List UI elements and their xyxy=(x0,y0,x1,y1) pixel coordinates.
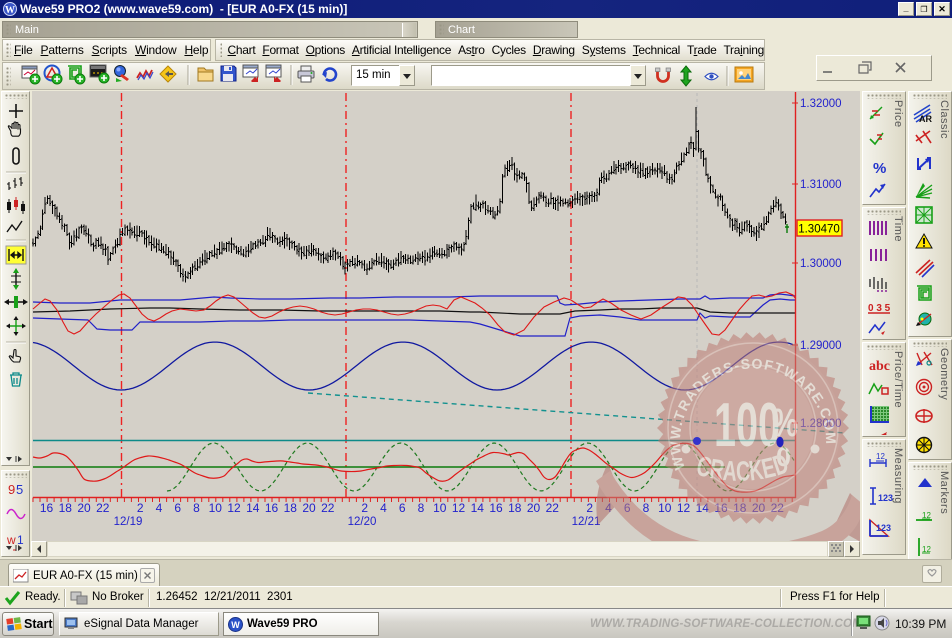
svg-text:123: 123 xyxy=(876,523,891,533)
svg-text:1.30000: 1.30000 xyxy=(800,258,842,270)
svg-text:W: W xyxy=(231,620,240,630)
svg-text:1.32000: 1.32000 xyxy=(800,98,842,110)
svg-text:12: 12 xyxy=(677,501,691,515)
svg-text:8: 8 xyxy=(193,501,200,515)
svg-text:12/20: 12/20 xyxy=(348,516,377,528)
svg-text:16: 16 xyxy=(265,501,279,515)
svg-text:6: 6 xyxy=(174,501,181,515)
svg-text:abc: abc xyxy=(869,359,890,374)
svg-text:10: 10 xyxy=(658,501,672,515)
svg-text:W: W xyxy=(5,5,15,16)
svg-text:12: 12 xyxy=(227,501,241,515)
svg-text:9: 9 xyxy=(8,482,15,497)
svg-text:22: 22 xyxy=(321,501,335,515)
svg-text:100: 100 xyxy=(714,391,780,460)
svg-text:2: 2 xyxy=(137,501,144,515)
svg-text:12/19: 12/19 xyxy=(114,516,143,528)
svg-text:22: 22 xyxy=(546,501,560,515)
svg-text:2: 2 xyxy=(586,501,593,515)
svg-text:5: 5 xyxy=(16,482,23,497)
svg-text:10: 10 xyxy=(209,501,223,515)
svg-text:12/21: 12/21 xyxy=(572,516,601,528)
svg-text:18: 18 xyxy=(284,501,298,515)
svg-text:12: 12 xyxy=(452,501,466,515)
svg-text:%: % xyxy=(873,160,886,177)
svg-text:6: 6 xyxy=(399,501,406,515)
svg-text:22: 22 xyxy=(96,501,110,515)
svg-text:%: % xyxy=(772,401,798,445)
svg-text:8: 8 xyxy=(418,501,425,515)
svg-text:16: 16 xyxy=(489,501,503,515)
svg-text:AR: AR xyxy=(919,114,932,124)
svg-text:18: 18 xyxy=(508,501,522,515)
svg-text:4: 4 xyxy=(380,501,387,515)
svg-text:20: 20 xyxy=(527,501,541,515)
svg-text:12: 12 xyxy=(876,452,885,461)
svg-text:20: 20 xyxy=(302,501,316,515)
svg-text:18: 18 xyxy=(59,501,73,515)
svg-text:1.30470: 1.30470 xyxy=(798,224,840,236)
svg-text:14: 14 xyxy=(246,501,260,515)
svg-text:2: 2 xyxy=(361,501,368,515)
svg-text:4: 4 xyxy=(156,501,163,515)
svg-text:20: 20 xyxy=(77,501,91,515)
svg-text:123: 123 xyxy=(878,493,893,503)
svg-text:14: 14 xyxy=(471,501,485,515)
svg-text:1.31000: 1.31000 xyxy=(800,179,842,191)
svg-text:10: 10 xyxy=(433,501,447,515)
svg-text:16: 16 xyxy=(40,501,54,515)
